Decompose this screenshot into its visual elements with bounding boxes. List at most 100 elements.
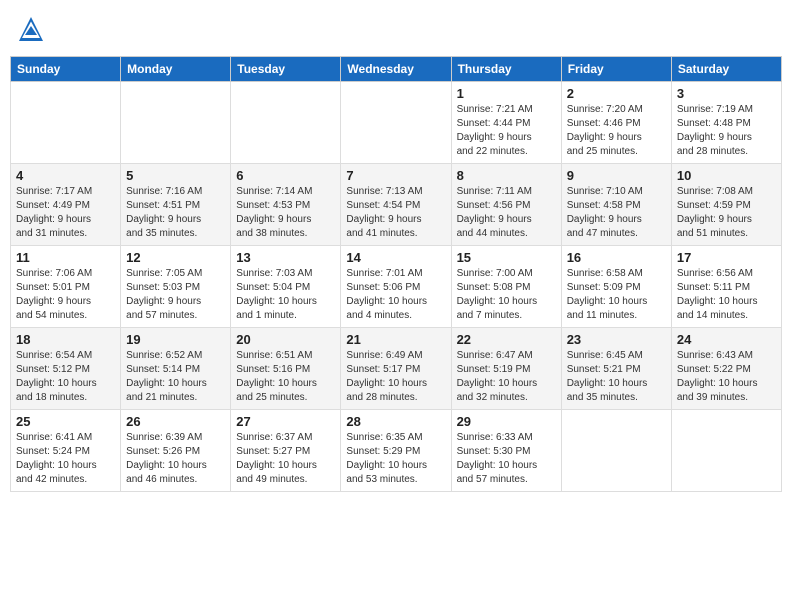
day-number: 19 — [126, 332, 225, 347]
day-info: Sunrise: 7:21 AM Sunset: 4:44 PM Dayligh… — [457, 103, 556, 159]
day-number: 24 — [677, 332, 776, 347]
day-number: 13 — [236, 250, 335, 265]
day-info: Sunrise: 6:43 AM Sunset: 5:22 PM Dayligh… — [677, 349, 776, 405]
day-number: 5 — [126, 168, 225, 183]
day-number: 27 — [236, 414, 335, 429]
day-info: Sunrise: 6:58 AM Sunset: 5:09 PM Dayligh… — [567, 267, 666, 323]
day-number: 14 — [346, 250, 445, 265]
week-row-1: 1 Sunrise: 7:21 AM Sunset: 4:44 PM Daylig… — [11, 82, 782, 164]
calendar-cell: 10 Sunrise: 7:08 AM Sunset: 4:59 PM Dayli… — [671, 164, 781, 246]
calendar-cell: 3Sunrise: 7:19 AM Sunset: 4:48 PM Daylig… — [671, 82, 781, 164]
header-wednesday: Wednesday — [341, 57, 451, 82]
header-thursday: Thursday — [451, 57, 561, 82]
logo-icon — [16, 14, 46, 44]
day-number: 20 — [236, 332, 335, 347]
calendar-cell — [671, 410, 781, 492]
day-number: 6 — [236, 168, 335, 183]
day-info: Sunrise: 7:03 AM Sunset: 5:04 PM Dayligh… — [236, 267, 335, 323]
calendar-cell: 13 Sunrise: 7:03 AM Sunset: 5:04 PM Dayli… — [231, 246, 341, 328]
calendar-cell: 26 Sunrise: 6:39 AM Sunset: 5:26 PM Dayli… — [121, 410, 231, 492]
week-row-4: 18 Sunrise: 6:54 AM Sunset: 5:12 PM Dayli… — [11, 328, 782, 410]
calendar-cell: 20 Sunrise: 6:51 AM Sunset: 5:16 PM Dayli… — [231, 328, 341, 410]
day-info: Sunrise: 6:35 AM Sunset: 5:29 PM Dayligh… — [346, 431, 445, 487]
day-info: Sunrise: 6:41 AM Sunset: 5:24 PM Dayligh… — [16, 431, 115, 487]
week-row-5: 25 Sunrise: 6:41 AM Sunset: 5:24 PM Dayli… — [11, 410, 782, 492]
day-number: 29 — [457, 414, 556, 429]
calendar-cell: 24 Sunrise: 6:43 AM Sunset: 5:22 PM Dayli… — [671, 328, 781, 410]
header-friday: Friday — [561, 57, 671, 82]
header-tuesday: Tuesday — [231, 57, 341, 82]
header-sunday: Sunday — [11, 57, 121, 82]
calendar-header: SundayMondayTuesdayWednesdayThursdayFrid… — [11, 57, 782, 82]
calendar-cell — [341, 82, 451, 164]
week-row-3: 11 Sunrise: 7:06 AM Sunset: 5:01 PM Dayli… — [11, 246, 782, 328]
header-row: SundayMondayTuesdayWednesdayThursdayFrid… — [11, 57, 782, 82]
header-monday: Monday — [121, 57, 231, 82]
day-number: 25 — [16, 414, 115, 429]
day-info: Sunrise: 7:17 AM Sunset: 4:49 PM Dayligh… — [16, 185, 115, 241]
logo — [16, 14, 50, 44]
calendar-cell: 27 Sunrise: 6:37 AM Sunset: 5:27 PM Dayli… — [231, 410, 341, 492]
day-number: 17 — [677, 250, 776, 265]
day-info: Sunrise: 6:37 AM Sunset: 5:27 PM Dayligh… — [236, 431, 335, 487]
day-info: Sunrise: 7:00 AM Sunset: 5:08 PM Dayligh… — [457, 267, 556, 323]
day-number: 10 — [677, 168, 776, 183]
day-info: Sunrise: 6:47 AM Sunset: 5:19 PM Dayligh… — [457, 349, 556, 405]
day-info: Sunrise: 7:05 AM Sunset: 5:03 PM Dayligh… — [126, 267, 225, 323]
calendar-cell: 29Sunrise: 6:33 AM Sunset: 5:30 PM Dayli… — [451, 410, 561, 492]
day-info: Sunrise: 7:06 AM Sunset: 5:01 PM Dayligh… — [16, 267, 115, 323]
day-info: Sunrise: 7:19 AM Sunset: 4:48 PM Dayligh… — [677, 103, 776, 159]
calendar-cell: 2 Sunrise: 7:20 AM Sunset: 4:46 PM Daylig… — [561, 82, 671, 164]
calendar-cell: 5 Sunrise: 7:16 AM Sunset: 4:51 PM Daylig… — [121, 164, 231, 246]
calendar-cell: 7 Sunrise: 7:13 AM Sunset: 4:54 PM Daylig… — [341, 164, 451, 246]
day-info: Sunrise: 6:39 AM Sunset: 5:26 PM Dayligh… — [126, 431, 225, 487]
day-info: Sunrise: 7:20 AM Sunset: 4:46 PM Dayligh… — [567, 103, 666, 159]
calendar-cell: 1 Sunrise: 7:21 AM Sunset: 4:44 PM Daylig… — [451, 82, 561, 164]
week-row-2: 4 Sunrise: 7:17 AM Sunset: 4:49 PM Daylig… — [11, 164, 782, 246]
header-saturday: Saturday — [671, 57, 781, 82]
day-info: Sunrise: 7:11 AM Sunset: 4:56 PM Dayligh… — [457, 185, 556, 241]
day-info: Sunrise: 6:51 AM Sunset: 5:16 PM Dayligh… — [236, 349, 335, 405]
calendar-cell: 12 Sunrise: 7:05 AM Sunset: 5:03 PM Dayli… — [121, 246, 231, 328]
calendar-cell: 11 Sunrise: 7:06 AM Sunset: 5:01 PM Dayli… — [11, 246, 121, 328]
day-info: Sunrise: 7:16 AM Sunset: 4:51 PM Dayligh… — [126, 185, 225, 241]
calendar-cell: 9 Sunrise: 7:10 AM Sunset: 4:58 PM Daylig… — [561, 164, 671, 246]
day-number: 28 — [346, 414, 445, 429]
calendar-cell: 21 Sunrise: 6:49 AM Sunset: 5:17 PM Dayli… — [341, 328, 451, 410]
day-info: Sunrise: 6:54 AM Sunset: 5:12 PM Dayligh… — [16, 349, 115, 405]
page-header — [10, 10, 782, 48]
day-number: 7 — [346, 168, 445, 183]
calendar-cell: 18 Sunrise: 6:54 AM Sunset: 5:12 PM Dayli… — [11, 328, 121, 410]
calendar-cell — [11, 82, 121, 164]
day-number: 16 — [567, 250, 666, 265]
day-number: 18 — [16, 332, 115, 347]
day-number: 22 — [457, 332, 556, 347]
day-info: Sunrise: 6:45 AM Sunset: 5:21 PM Dayligh… — [567, 349, 666, 405]
day-number: 11 — [16, 250, 115, 265]
calendar-cell: 4 Sunrise: 7:17 AM Sunset: 4:49 PM Daylig… — [11, 164, 121, 246]
calendar-body: 1 Sunrise: 7:21 AM Sunset: 4:44 PM Daylig… — [11, 82, 782, 492]
calendar-cell — [121, 82, 231, 164]
day-number: 26 — [126, 414, 225, 429]
day-info: Sunrise: 7:08 AM Sunset: 4:59 PM Dayligh… — [677, 185, 776, 241]
calendar-cell — [561, 410, 671, 492]
day-number: 9 — [567, 168, 666, 183]
day-info: Sunrise: 7:01 AM Sunset: 5:06 PM Dayligh… — [346, 267, 445, 323]
day-number: 15 — [457, 250, 556, 265]
day-number: 21 — [346, 332, 445, 347]
calendar-cell: 14 Sunrise: 7:01 AM Sunset: 5:06 PM Dayli… — [341, 246, 451, 328]
day-number: 12 — [126, 250, 225, 265]
day-number: 4 — [16, 168, 115, 183]
calendar-cell: 17Sunrise: 6:56 AM Sunset: 5:11 PM Dayli… — [671, 246, 781, 328]
calendar-cell: 16 Sunrise: 6:58 AM Sunset: 5:09 PM Dayli… — [561, 246, 671, 328]
day-info: Sunrise: 6:49 AM Sunset: 5:17 PM Dayligh… — [346, 349, 445, 405]
calendar-cell: 19Sunrise: 6:52 AM Sunset: 5:14 PM Dayli… — [121, 328, 231, 410]
day-number: 1 — [457, 86, 556, 101]
day-info: Sunrise: 7:13 AM Sunset: 4:54 PM Dayligh… — [346, 185, 445, 241]
day-number: 23 — [567, 332, 666, 347]
calendar-cell: 23 Sunrise: 6:45 AM Sunset: 5:21 PM Dayli… — [561, 328, 671, 410]
day-info: Sunrise: 7:10 AM Sunset: 4:58 PM Dayligh… — [567, 185, 666, 241]
day-number: 8 — [457, 168, 556, 183]
day-number: 2 — [567, 86, 666, 101]
day-info: Sunrise: 7:14 AM Sunset: 4:53 PM Dayligh… — [236, 185, 335, 241]
